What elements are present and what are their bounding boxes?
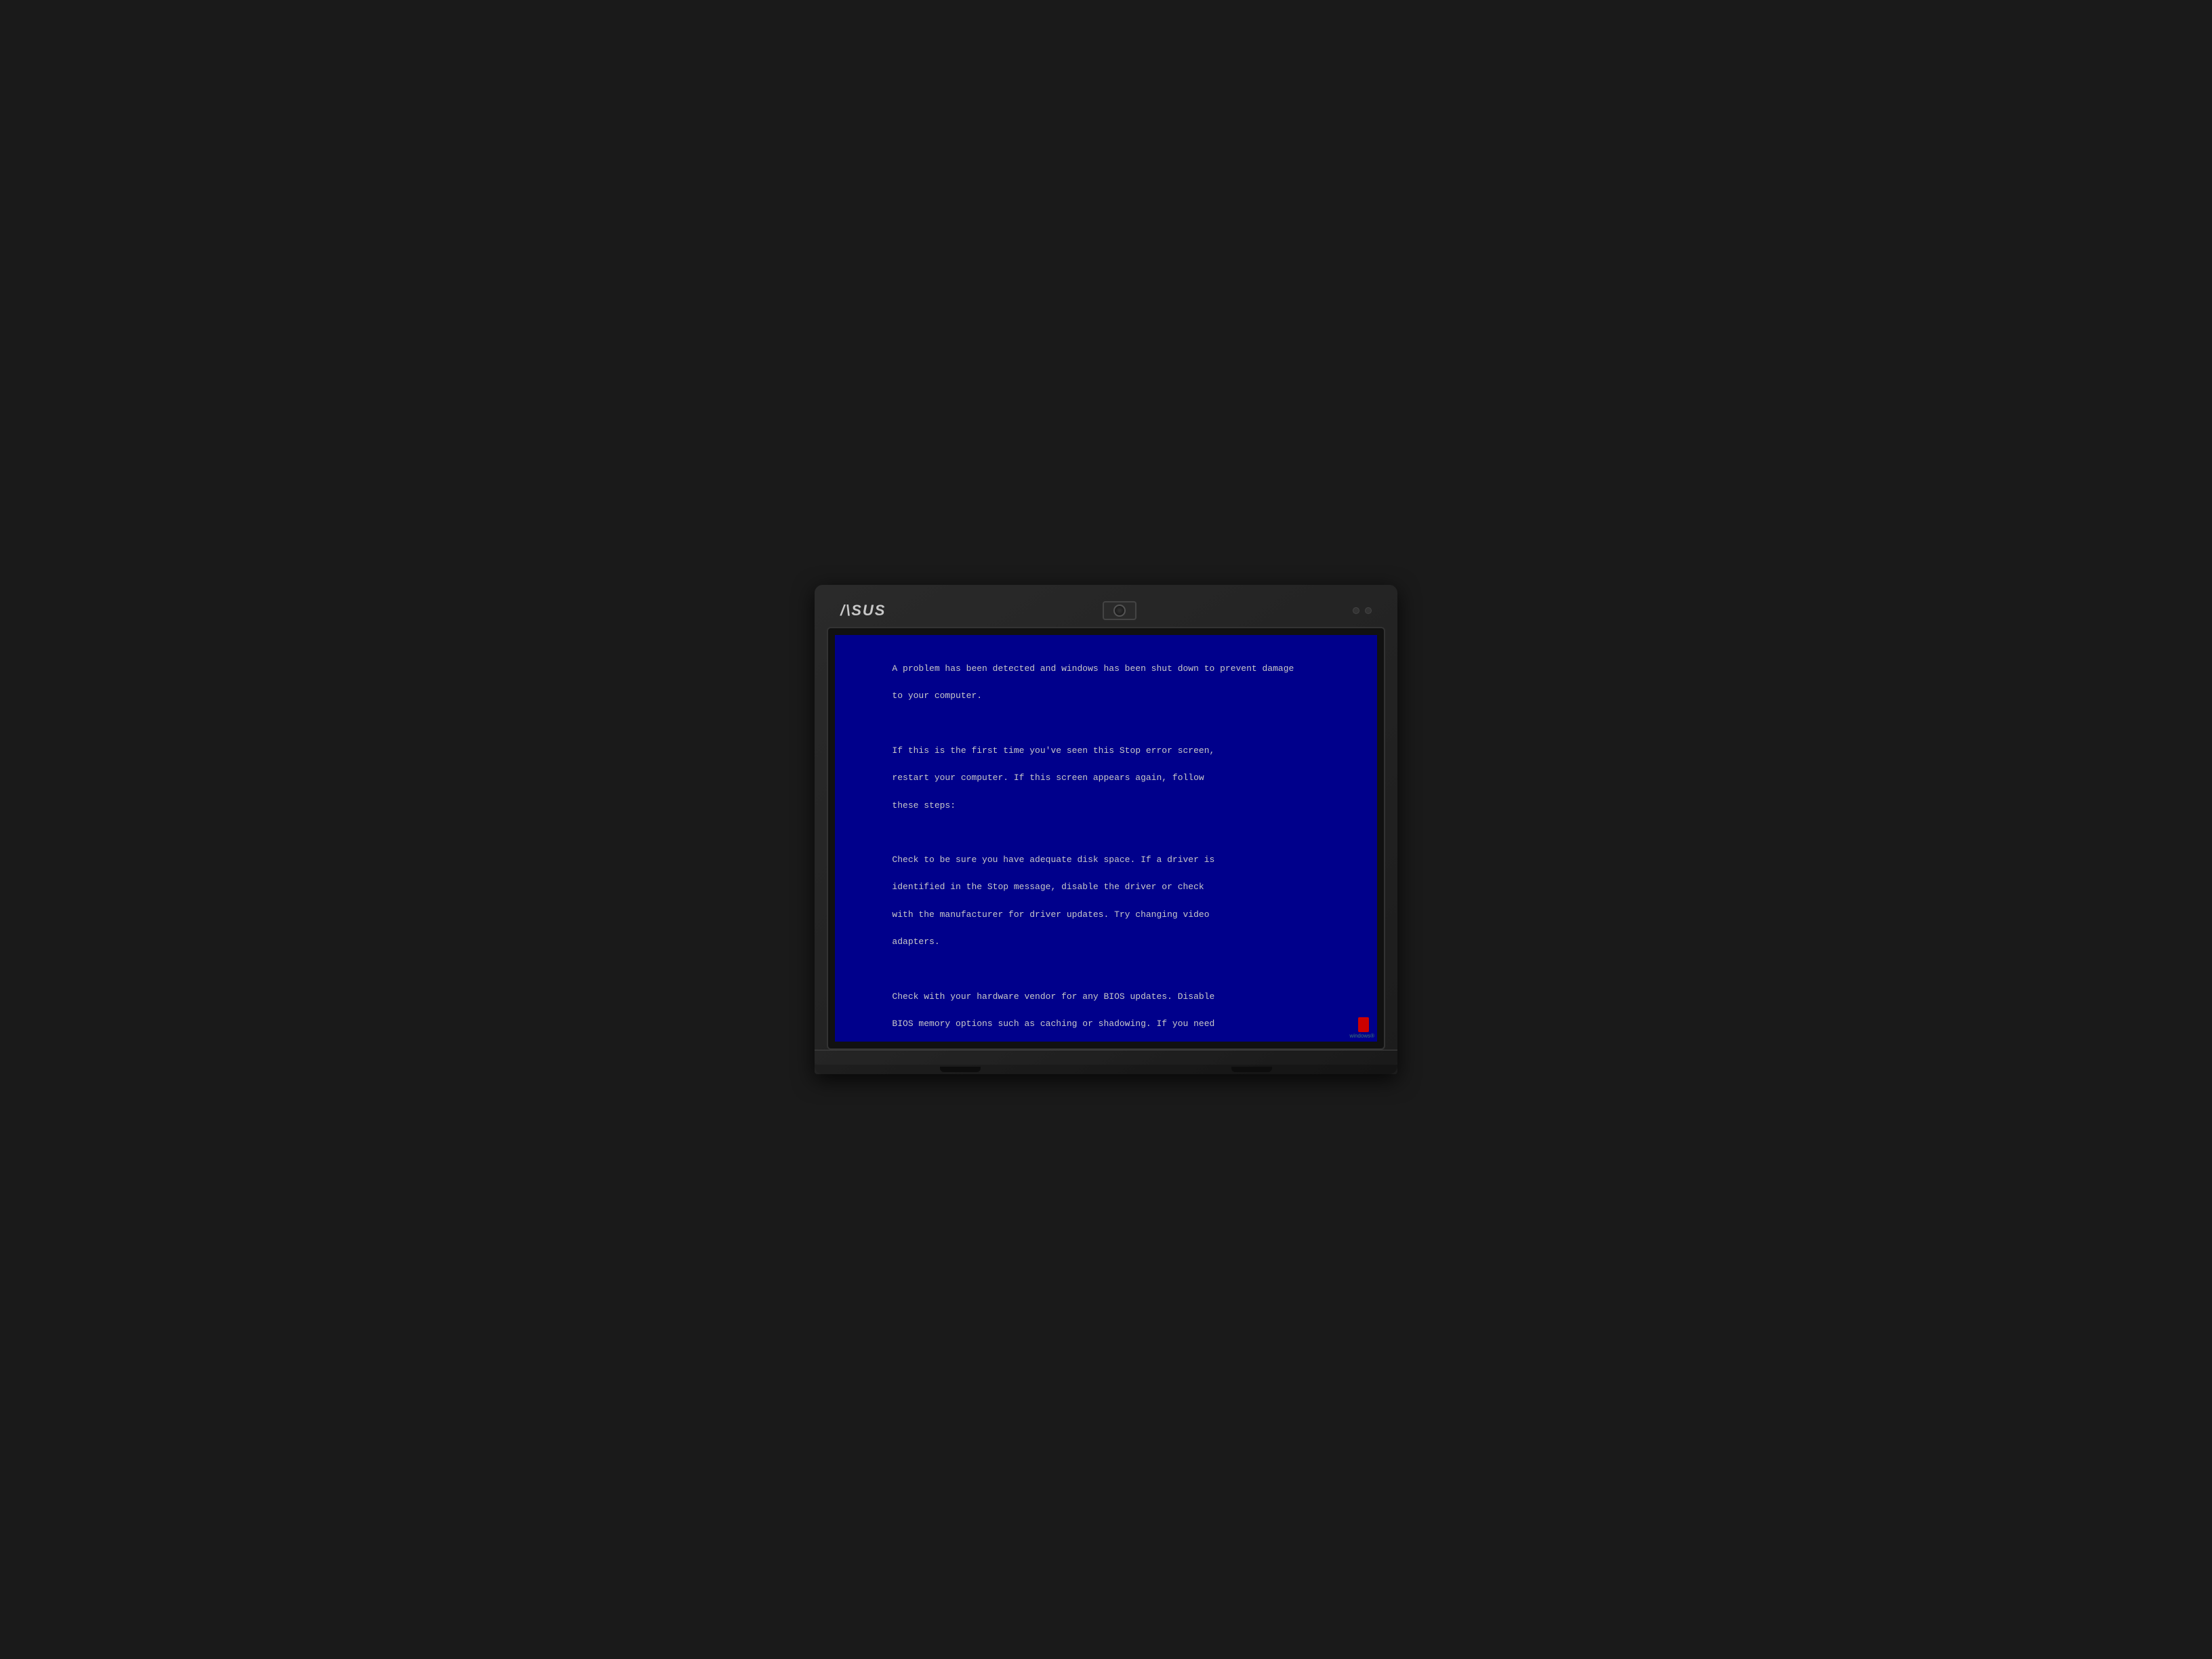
webcam-lens [1113,605,1126,617]
laptop: /\SUS A problem has been detected and wi… [815,585,1397,1074]
laptop-top-bar: /\SUS [827,597,1385,627]
bsod-line2: to your computer. [892,691,982,701]
webcam-area [1103,601,1136,620]
laptop-bottom-base [815,1050,1397,1065]
webcam-housing [1103,601,1136,620]
laptop-foot-right [1231,1067,1272,1072]
top-dots [1353,607,1372,614]
bsod-line4: If this is the first time you've seen th… [892,745,1214,756]
top-dot-right [1365,607,1372,614]
bsod-line13: Check with your hardware vendor for any … [892,991,1214,1002]
bsod-line1: A problem has been detected and windows … [892,663,1294,674]
red-sticker [1358,1017,1369,1032]
bsod-line8: Check to be sure you have adequate disk … [892,855,1214,865]
bsod-content: A problem has been detected and windows … [850,649,1362,1042]
laptop-foot-left [940,1067,981,1072]
screen-bezel: A problem has been detected and windows … [827,627,1385,1050]
watermark: windows® [1349,1033,1374,1039]
laptop-feet-bar [815,1065,1397,1074]
bsod-line6: these steps: [892,800,956,811]
top-dot-left [1353,607,1359,614]
bsod-line10: with the manufacturer for driver updates… [892,909,1209,920]
asus-logo: /\SUS [840,602,886,619]
bsod-line5: restart your computer. If this screen ap… [892,773,1204,783]
bsod-line14: BIOS memory options such as caching or s… [892,1019,1214,1029]
bsod-line11: adapters. [892,937,939,947]
bsod-screen: A problem has been detected and windows … [835,635,1377,1042]
bsod-line9: identified in the Stop message, disable … [892,882,1204,892]
